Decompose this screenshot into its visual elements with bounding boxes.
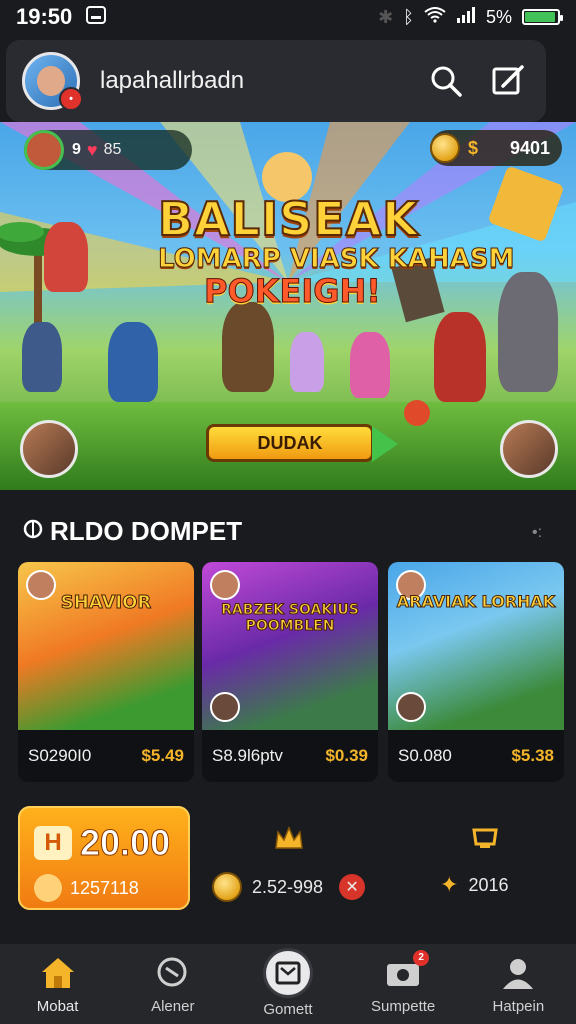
friend-avatar-right[interactable]	[500, 420, 558, 478]
heart-icon: ♥	[86, 139, 98, 160]
currency-symbol: $	[468, 137, 479, 158]
banner-subtitle: LOMARP VIASK KAHASM	[157, 244, 515, 275]
card-avatar-bottom	[396, 692, 426, 722]
coin-balance: 9401	[509, 137, 550, 158]
nav-item-home[interactable]: Mobat	[8, 954, 108, 1015]
user-avatar[interactable]: •	[22, 52, 83, 111]
play-button[interactable]: DUDAK	[206, 424, 374, 462]
smiley-icon	[34, 874, 62, 902]
bottom-navigation: Mobat Alener Gomett 2 Sumpette Hatpein	[0, 944, 576, 1024]
banner-title: BALISEAK	[157, 191, 419, 247]
more-options-icon[interactable]: •:	[532, 524, 542, 542]
reward-value: 20.00	[79, 822, 171, 864]
edit-button[interactable]	[486, 59, 530, 103]
nav-label-camera: Sumpette	[371, 997, 436, 1015]
reward-icon: H	[34, 826, 72, 860]
coin-stat-value: 2.52-998	[252, 876, 324, 897]
game-card-art: ARAVIAK LORHAK	[388, 562, 564, 730]
reward-subtext: 1257118	[70, 878, 139, 898]
star-icon: ✦	[440, 872, 459, 897]
username: lapahallrbadn	[100, 67, 245, 94]
character-knight	[434, 312, 486, 402]
player-hud[interactable]: 9 ♥ 85	[24, 130, 192, 170]
crown-icon	[275, 826, 303, 849]
nav-label-search: Alener	[151, 997, 195, 1015]
search-button[interactable]	[424, 59, 468, 103]
character-hero	[108, 322, 158, 402]
reward-promo-card[interactable]: H 20.00 1257118	[18, 806, 190, 910]
card-avatar	[210, 570, 240, 600]
character-girl	[290, 332, 324, 392]
wifi-icon	[424, 6, 446, 28]
character-red	[44, 222, 88, 292]
character-blue	[22, 322, 62, 392]
game-card-3[interactable]: ARAVIAK LORHAK S0.080 $5.38	[388, 562, 564, 782]
game-icon	[265, 950, 310, 995]
game-card-art: SHAVIOR	[18, 562, 194, 730]
status-time: 19:50	[16, 4, 73, 29]
nav-item-profile[interactable]: Hatpein	[468, 954, 568, 1015]
star-stat-value: 2016	[468, 874, 509, 895]
card-title: SHAVIOR	[60, 592, 152, 614]
star-stat[interactable]: ✦ 2016	[440, 872, 508, 898]
avatar-badge: •	[59, 87, 83, 111]
trophy-icon	[472, 828, 498, 848]
player-mini-avatar	[24, 130, 64, 170]
nav-item-search[interactable]: Alener	[123, 954, 223, 1015]
coin-stat[interactable]: 2.52-998 ✕	[212, 872, 366, 902]
notification-badge: 2	[413, 949, 430, 966]
card-title: RABZEK SOAKIUS POOMBLEN	[221, 602, 360, 635]
profile-header: • lapahallrbadn	[6, 40, 546, 122]
coin-hud[interactable]: $ 9401	[430, 130, 562, 166]
card-code: S0.080	[398, 746, 452, 765]
nav-label-profile: Hatpein	[492, 997, 545, 1015]
character-pink	[350, 332, 390, 398]
character-warrior	[222, 302, 274, 392]
card-code: S0290I0	[28, 746, 92, 765]
cancel-icon: ✕	[339, 874, 366, 900]
user-icon	[499, 954, 537, 992]
card-price: $5.38	[511, 746, 554, 765]
nav-label-game: Gomett	[263, 1000, 313, 1018]
section-title: RLDO DOMPET	[50, 516, 243, 546]
coin-icon	[430, 133, 460, 163]
card-price: $5.49	[141, 746, 184, 765]
wallet-icon	[22, 516, 44, 547]
player-hp: 85	[103, 141, 122, 158]
game-card-2[interactable]: RABZEK SOAKIUS POOMBLEN S8.9l6ptv $0.39	[202, 562, 378, 782]
ball-prop	[404, 400, 430, 426]
coin-icon	[212, 872, 242, 902]
friend-avatar-left[interactable]	[20, 420, 78, 478]
game-card-art: RABZEK SOAKIUS POOMBLEN	[202, 562, 378, 730]
battery-icon	[522, 9, 563, 25]
notification-icon	[86, 4, 107, 30]
hero-banner[interactable]: 9 ♥ 85 $ 9401 BALISEAK LOMARP VIASK KAHA…	[0, 122, 576, 490]
game-card-1[interactable]: SHAVIOR S0290I0 $5.49	[18, 562, 194, 782]
card-code: S8.9l6ptv	[212, 746, 283, 765]
card-price: $0.39	[325, 746, 368, 765]
section-header: RLDO DOMPET	[22, 516, 242, 547]
bluetooth-icon: ✱	[378, 6, 394, 27]
bluetooth-icon-2: ᛒ	[403, 6, 414, 27]
signal-icon	[456, 6, 476, 28]
player-level: 9	[72, 141, 81, 158]
search-icon	[154, 954, 192, 992]
battery-percent: 5%	[485, 6, 512, 27]
nav-item-game[interactable]: Gomett	[238, 950, 338, 1018]
edit-icon	[492, 65, 524, 95]
status-bar: 19:50 ✱ ᛒ 5%	[0, 0, 576, 34]
card-title: ARAVIAK LORHAK	[396, 592, 556, 612]
search-icon	[431, 66, 462, 97]
home-icon	[39, 954, 77, 992]
play-arrow-icon	[372, 426, 398, 462]
nav-label-home: Mobat	[36, 997, 79, 1015]
nav-item-camera[interactable]: 2 Sumpette	[353, 949, 453, 1015]
banner-tagline: POKEIGH!	[204, 272, 382, 311]
card-avatar-bottom	[210, 692, 240, 722]
character-armored	[498, 272, 558, 392]
